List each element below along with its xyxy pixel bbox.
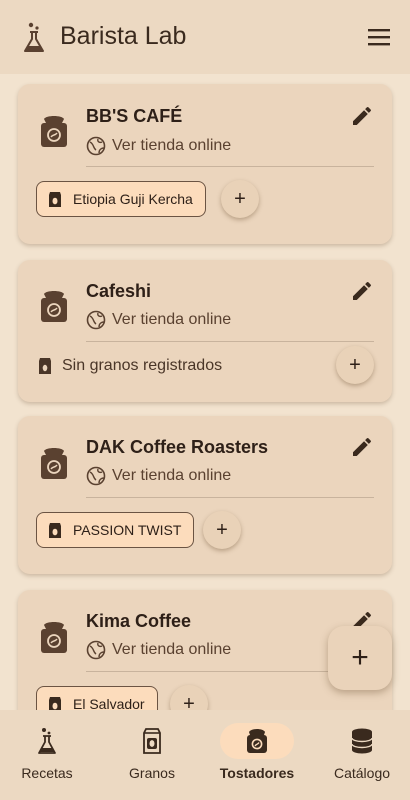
roaster-card[interactable]: BB'S CAFÉ Ver tienda online Etiopia Guji… bbox=[18, 84, 392, 244]
bottom-navigation: Recetas Granos Tostadores Catálogo bbox=[0, 710, 410, 800]
add-roaster-fab[interactable]: + bbox=[328, 626, 392, 690]
edit-icon[interactable] bbox=[350, 104, 374, 128]
coffee-bag-icon bbox=[49, 192, 61, 207]
add-bean-button[interactable]: + bbox=[336, 346, 374, 384]
bean-chip[interactable]: El Salvador bbox=[36, 686, 158, 710]
divider bbox=[86, 166, 374, 167]
database-icon bbox=[351, 728, 373, 754]
roaster-list[interactable]: BB'S CAFÉ Ver tienda online Etiopia Guji… bbox=[0, 74, 410, 710]
nav-label: Catálogo bbox=[333, 765, 391, 781]
coffee-sack-icon bbox=[41, 622, 67, 653]
nav-item-granos[interactable]: Granos bbox=[102, 710, 202, 800]
roaster-bag-icon bbox=[247, 729, 267, 753]
bean-chip-label: Etiopia Guji Kercha bbox=[73, 191, 193, 207]
edit-icon[interactable] bbox=[350, 435, 374, 459]
app-bar: Barista Lab bbox=[0, 0, 410, 74]
flask-icon bbox=[38, 728, 56, 754]
nav-label: Recetas bbox=[21, 765, 73, 781]
roaster-name: Kima Coffee bbox=[86, 611, 192, 631]
flask-logo-icon bbox=[24, 22, 44, 52]
nav-item-recetas[interactable]: Recetas bbox=[0, 710, 97, 800]
roaster-name: DAK Coffee Roasters bbox=[86, 437, 269, 457]
bean-chip-label: PASSION TWIST bbox=[73, 522, 182, 538]
roaster-name: Cafeshi bbox=[86, 281, 152, 301]
bean-chip[interactable]: Etiopia Guji Kercha bbox=[36, 181, 206, 217]
online-store-link[interactable]: Ver tienda online bbox=[86, 310, 231, 330]
nav-label: Tostadores bbox=[219, 765, 295, 781]
globe-icon bbox=[86, 466, 106, 486]
online-store-label: Ver tienda online bbox=[112, 137, 232, 154]
online-store-label: Ver tienda online bbox=[112, 467, 232, 484]
edit-icon[interactable] bbox=[350, 279, 374, 303]
bean-chip-label: El Salvador bbox=[73, 696, 145, 710]
coffee-bag-icon bbox=[143, 728, 161, 754]
roaster-card[interactable]: DAK Coffee Roasters Ver tienda online PA… bbox=[18, 416, 392, 574]
nav-item-catalogo[interactable]: Catálogo bbox=[312, 710, 410, 800]
online-store-link[interactable]: Ver tienda online bbox=[86, 640, 231, 660]
app-title: Barista Lab bbox=[60, 22, 187, 50]
coffee-sack-icon bbox=[41, 116, 67, 147]
nav-label: Granos bbox=[129, 765, 175, 781]
online-store-link[interactable]: Ver tienda online bbox=[86, 136, 231, 156]
online-store-label: Ver tienda online bbox=[112, 641, 232, 658]
nav-item-tostadores[interactable]: Tostadores bbox=[207, 710, 307, 800]
coffee-sack-icon bbox=[41, 291, 67, 322]
coffee-bag-icon bbox=[49, 697, 61, 710]
no-beans-message: Sin granos registrados bbox=[38, 356, 222, 376]
globe-icon bbox=[86, 310, 106, 330]
roaster-name: BB'S CAFÉ bbox=[86, 106, 183, 126]
roaster-card[interactable]: Cafeshi Ver tienda online Sin granos reg… bbox=[18, 260, 392, 402]
online-store-link[interactable]: Ver tienda online bbox=[86, 466, 231, 486]
no-beans-text: Sin granos registrados bbox=[62, 357, 223, 374]
coffee-bag-icon bbox=[49, 523, 61, 538]
add-bean-button[interactable]: + bbox=[221, 180, 259, 218]
bean-chip[interactable]: PASSION TWIST bbox=[36, 512, 195, 548]
add-bean-button[interactable]: + bbox=[203, 511, 241, 549]
menu-icon[interactable] bbox=[368, 28, 390, 46]
online-store-label: Ver tienda online bbox=[112, 311, 232, 328]
coffee-bag-icon bbox=[39, 358, 51, 374]
globe-icon bbox=[86, 136, 106, 156]
divider bbox=[86, 497, 374, 498]
divider bbox=[86, 341, 374, 342]
coffee-sack-icon bbox=[41, 448, 67, 479]
add-bean-button[interactable]: + bbox=[170, 685, 208, 710]
globe-icon bbox=[86, 640, 106, 660]
